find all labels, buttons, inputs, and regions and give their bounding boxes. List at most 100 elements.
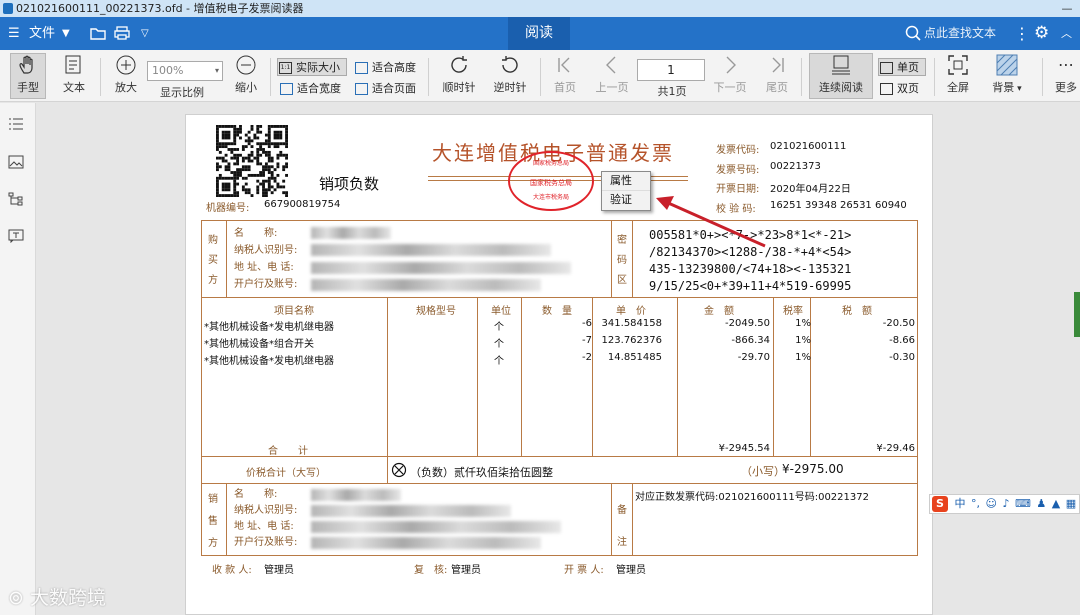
remark-side-label: 备注 <box>617 505 627 548</box>
chevron-down-icon[interactable]: ▼ <box>62 17 70 50</box>
prev-page-button[interactable]: 上一页 <box>593 54 631 95</box>
invoice-number-value: 00221373 <box>770 161 821 172</box>
tab-read[interactable]: 阅读 <box>508 17 570 50</box>
rotate-clockwise-button[interactable]: 顺时针 <box>438 54 480 95</box>
toolbar-divider <box>100 58 101 96</box>
left-sidebar <box>0 103 36 615</box>
print-icon[interactable] <box>114 26 130 40</box>
minimize-icon[interactable]: — <box>1054 0 1080 17</box>
ime-language-toggle[interactable]: 中 <box>955 497 966 510</box>
continuous-page-icon <box>832 55 850 75</box>
fit-height-button[interactable]: 适合高度 <box>354 59 416 77</box>
hamburger-icon[interactable]: ☰ <box>8 17 20 50</box>
outline-list-icon[interactable] <box>8 117 24 131</box>
ime-voice-icon[interactable]: ♪ <box>1002 497 1009 510</box>
zoom-out-button[interactable]: 缩小 <box>228 54 264 95</box>
item-qty-cell: -2 <box>582 352 592 363</box>
next-page-button[interactable]: 下一页 <box>711 54 749 95</box>
text-tool-button[interactable]: 文本 <box>56 54 92 95</box>
small-value: ¥-2975.00 <box>782 462 844 476</box>
seller-side-label: 销售方 <box>208 494 218 549</box>
payee-label: 收 款 人: <box>212 565 252 576</box>
ime-emoji-icon[interactable]: ☺ <box>986 497 997 510</box>
items-bottom-line <box>201 456 918 457</box>
more-button[interactable]: ⋯ 更多 <box>1052 54 1080 95</box>
quick-access-icon[interactable]: ▽ <box>141 17 149 50</box>
zoom-level-select[interactable]: 100% ▾ <box>147 61 223 81</box>
last-page-icon <box>772 57 784 73</box>
item-qty-cell: -6 <box>582 318 592 329</box>
ime-keyboard-icon[interactable]: ⌨ <box>1015 497 1031 510</box>
scrollbar-thumb[interactable] <box>1074 292 1080 337</box>
chevron-up-icon[interactable]: ︿ <box>1061 17 1072 50</box>
ime-tools-icon[interactable]: ♟ <box>1036 497 1046 510</box>
item-name-cell: *其他机械设备*组合开关 <box>204 339 314 350</box>
thumbnail-image-icon[interactable] <box>8 155 24 169</box>
buyer-field-labels: 名 称: 纳税人识别号: 地 址、电 话: 开户行及账号: <box>234 228 298 290</box>
toolbar-divider <box>801 58 802 96</box>
item-price-cell: 341.584158 <box>601 318 662 329</box>
actual-size-icon: 1:1 <box>279 62 292 74</box>
item-price-cell: 123.762376 <box>601 335 662 346</box>
fit-width-button[interactable]: 适合宽度 <box>279 80 341 98</box>
zoom-in-button[interactable]: 放大 <box>108 54 144 95</box>
col-header-rate: 税率 <box>783 306 803 317</box>
window-title: 021021600111_00221373.ofd - 增值税电子发票阅读器 <box>16 2 304 15</box>
hand-tool-button[interactable]: 手型 <box>10 53 46 99</box>
col-header-qty: 数 量 <box>542 306 572 317</box>
redacted-seller-taxid <box>311 505 511 517</box>
fullscreen-button[interactable]: 全屏 <box>944 54 972 95</box>
minus-circle-icon <box>236 55 256 75</box>
ime-skin-icon[interactable]: ▲ <box>1052 497 1060 510</box>
actual-size-button[interactable]: 1:1 实际大小 <box>277 58 347 76</box>
fit-page-button[interactable]: 适合页面 <box>354 80 416 98</box>
file-menu[interactable]: 文件 <box>29 17 55 50</box>
context-menu-verify[interactable]: 验证 <box>602 190 650 208</box>
chevron-left-icon <box>606 56 616 74</box>
background-button[interactable]: 背景 ▾ <box>990 54 1024 95</box>
continuous-read-button[interactable]: 连续阅读 <box>809 53 873 99</box>
ime-menu-icon[interactable]: ▦ <box>1066 497 1076 510</box>
plus-circle-icon <box>116 55 136 75</box>
zoom-ratio-label: 显示比例 <box>160 86 204 99</box>
remark-divider-left <box>611 484 612 556</box>
item-name-cell: *其他机械设备*发电机继电器 <box>204 356 334 367</box>
seller-divider <box>226 484 227 556</box>
gear-icon[interactable]: ⚙ <box>1034 17 1049 50</box>
context-menu-properties[interactable]: 属性 <box>602 172 650 190</box>
redacted-buyer-taxid <box>311 244 551 256</box>
last-page-button[interactable]: 尾页 <box>762 54 792 95</box>
rotate-ccw-icon <box>502 56 518 73</box>
page-number-input[interactable]: 1 <box>637 59 705 81</box>
open-folder-icon[interactable] <box>90 26 106 40</box>
more-vertical-icon[interactable]: ⋮ <box>1014 17 1030 50</box>
fit-height-icon <box>355 62 368 74</box>
first-page-button[interactable]: 首页 <box>550 54 580 95</box>
ime-toolbar: S 中 °, ☺ ♪ ⌨ ♟ ▲ ▦ <box>929 494 1080 514</box>
svg-text:国家税务总局: 国家税务总局 <box>530 178 572 187</box>
redacted-seller-name <box>311 489 401 501</box>
cipher-divider-left <box>611 220 612 298</box>
machine-no-value: 667900819754 <box>264 199 341 210</box>
ime-punctuation-icon[interactable]: °, <box>971 497 980 510</box>
dropdown-icon: ▾ <box>214 66 219 75</box>
double-page-button[interactable]: 双页 <box>879 80 919 98</box>
redacted-buyer-name <box>311 227 391 239</box>
page-total: 共1页 <box>657 85 687 98</box>
annotation-icon[interactable] <box>8 229 24 243</box>
redacted-seller-address <box>311 521 561 533</box>
search-icon[interactable] <box>905 25 921 41</box>
structure-tree-icon[interactable] <box>8 192 24 206</box>
pricetax-words: （负数）贰仟玖佰柒拾伍圆整 <box>410 466 553 479</box>
search-input[interactable]: 点此查找文本 <box>924 17 996 50</box>
fit-width-icon <box>280 83 293 95</box>
first-page-icon <box>558 57 570 73</box>
remark-divider-right <box>632 484 633 556</box>
pricetax-divider <box>387 456 388 483</box>
app-icon <box>3 3 13 14</box>
ime-logo-icon[interactable]: S <box>932 496 948 512</box>
rotate-counterclockwise-button[interactable]: 逆时针 <box>489 54 531 95</box>
item-unit-cell: 个 <box>494 356 504 367</box>
item-rate-cell: 1% <box>795 335 811 346</box>
single-page-button[interactable]: 单页 <box>878 58 926 76</box>
